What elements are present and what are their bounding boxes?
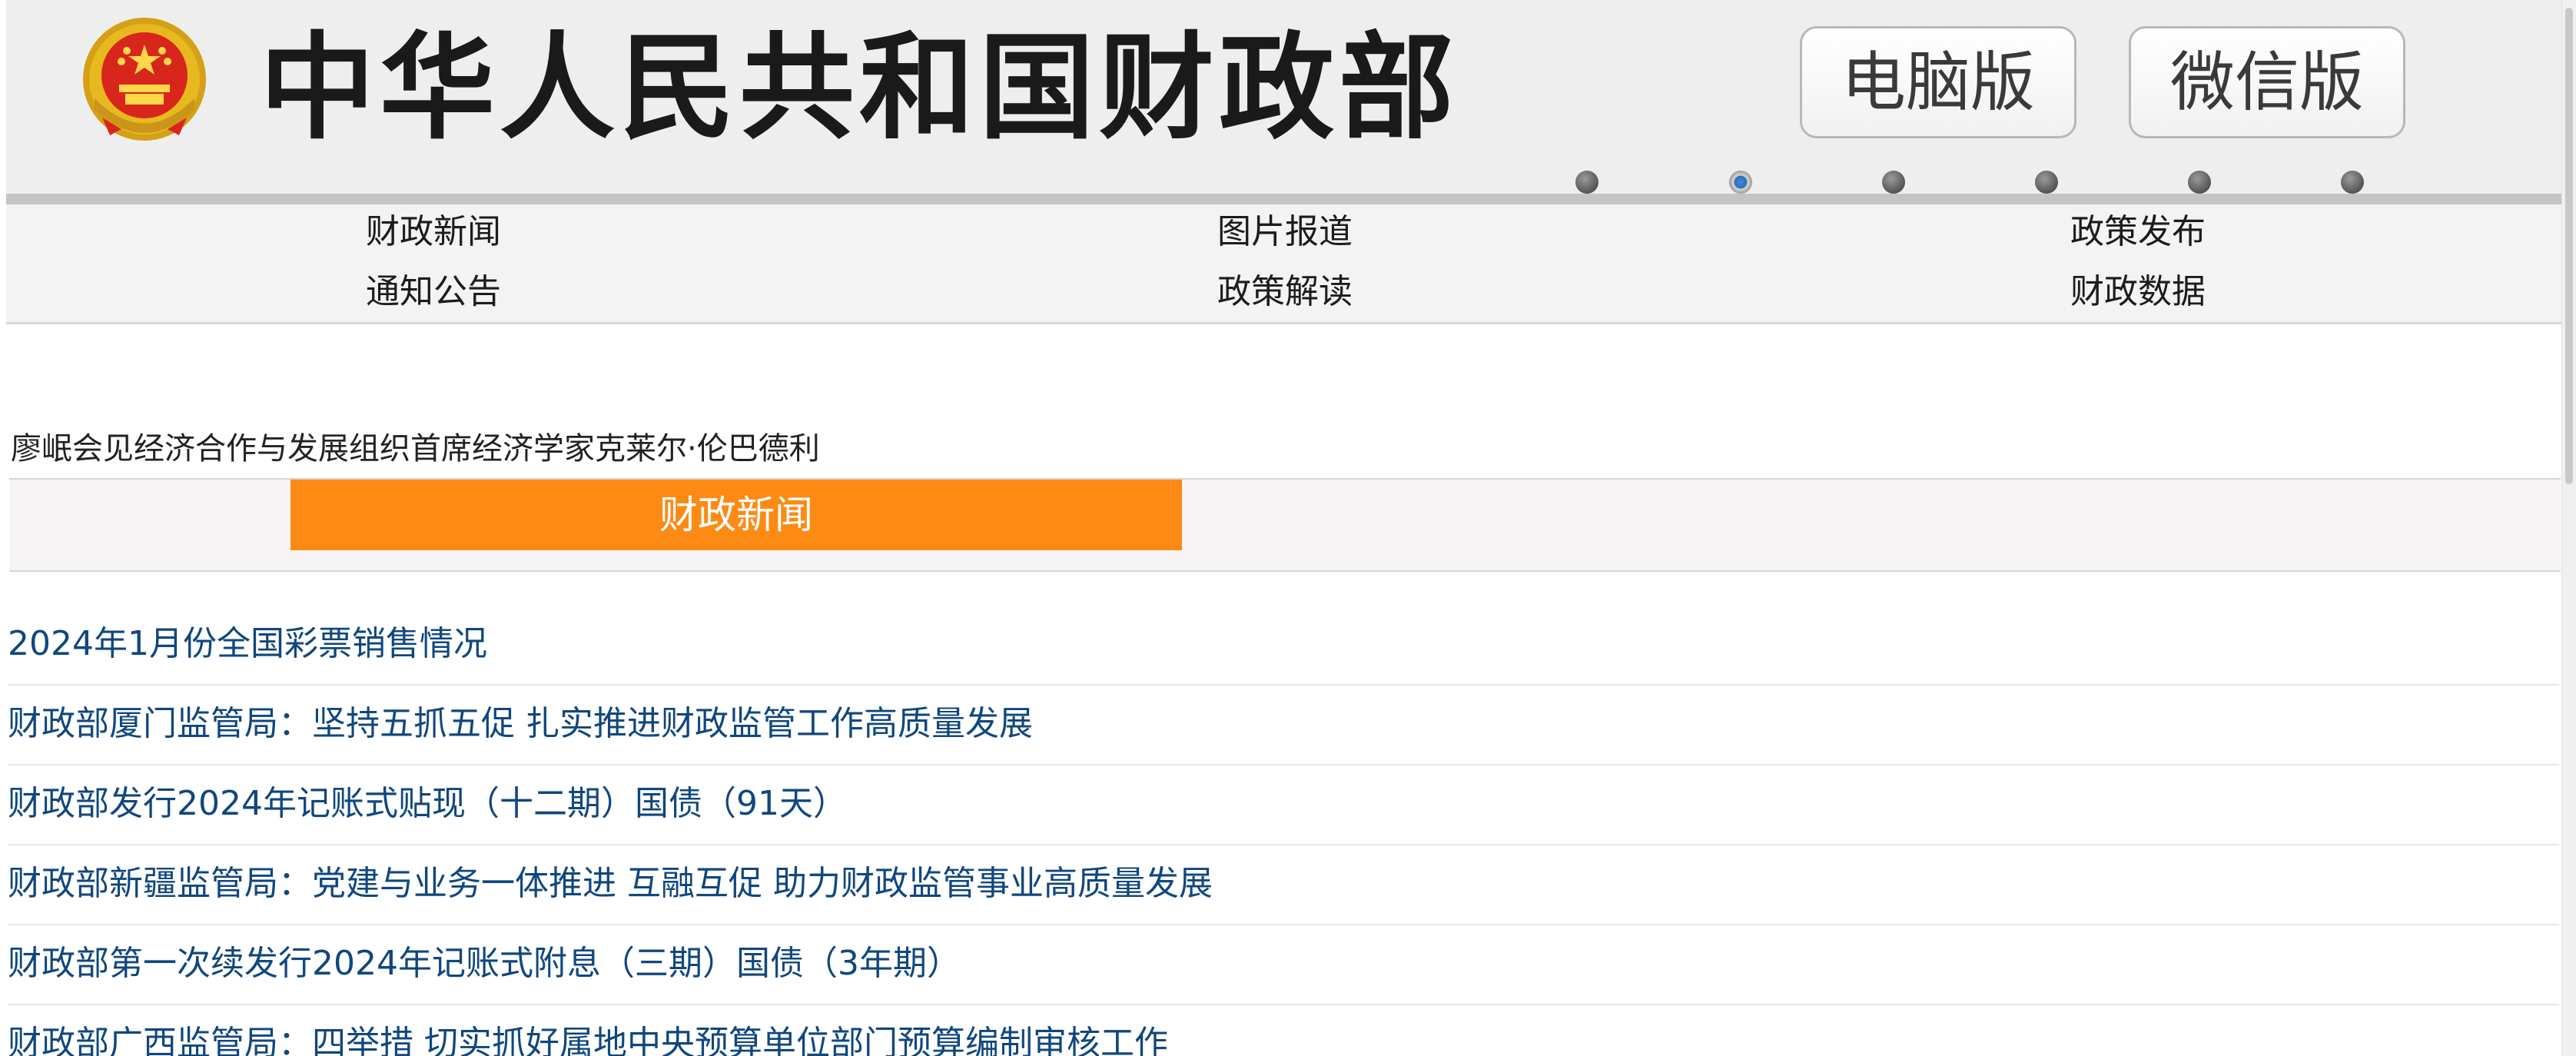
carousel-dot-3[interactable] [1882, 171, 1905, 194]
header-divider [6, 194, 2562, 204]
news-link[interactable]: 财政部发行2024年记账式贴现（十二期）国债（91天） [8, 781, 847, 827]
scrollbar-thumb[interactable] [2565, 8, 2573, 484]
news-link[interactable]: 财政部第一次续发行2024年记账式附息（三期）国债（3年期） [8, 941, 961, 987]
list-item: 财政部厦门监管局：坚持五抓五促 扎实推进财政监管工作高质量发展 [8, 686, 2559, 765]
carousel-dot-2[interactable] [1729, 171, 1752, 194]
wechat-version-button[interactable]: 微信版 [2129, 26, 2405, 138]
nav-item-finance-news[interactable]: 财政新闻 [366, 209, 501, 255]
site-title: 中华人民共和国财政部 [260, 22, 1459, 155]
nav-item-policy-interpretation[interactable]: 政策解读 [1217, 269, 1353, 315]
nav-item-finance-data[interactable]: 财政数据 [2070, 269, 2206, 315]
list-item: 财政部新疆监管局：党建与业务一体推进 互融互促 助力财政监管事业高质量发展 [8, 845, 2559, 925]
carousel-indicators [6, 171, 2562, 194]
carousel-dot-6[interactable] [2341, 171, 2364, 194]
list-item: 财政部发行2024年记账式贴现（十二期）国债（91天） [8, 765, 2559, 845]
nav-item-policy-release[interactable]: 政策发布 [2070, 209, 2206, 255]
national-emblem-icon [83, 18, 206, 141]
list-item: 2024年1月份全国彩票销售情况 [8, 606, 2559, 686]
nav-item-photo-reports[interactable]: 图片报道 [1217, 209, 1353, 255]
list-item: 财政部广西监管局：四举措 切实抓好属地中央预算单位部门预算编制审核工作 [8, 1005, 2559, 1056]
page: 中华人民共和国财政部 电脑版 微信版 财政新闻 图片报道 政策发布 通知公告 政… [0, 0, 2576, 1056]
tab-finance-news[interactable]: 财政新闻 [290, 480, 1182, 550]
main-nav: 财政新闻 图片报道 政策发布 通知公告 政策解读 财政数据 [6, 204, 2562, 324]
carousel-dot-5[interactable] [2188, 171, 2211, 194]
vertical-scrollbar[interactable] [2561, 0, 2576, 1056]
news-link[interactable]: 财政部广西监管局：四举措 切实抓好属地中央预算单位部门预算编制审核工作 [8, 1021, 1168, 1056]
carousel-dot-4[interactable] [2035, 171, 2058, 194]
carousel-dot-1[interactable] [1575, 171, 1598, 194]
news-list: 2024年1月份全国彩票销售情况 财政部厦门监管局：坚持五抓五促 扎实推进财政监… [8, 606, 2559, 1056]
pc-version-button[interactable]: 电脑版 [1800, 26, 2076, 138]
news-link[interactable]: 2024年1月份全国彩票销售情况 [8, 621, 487, 667]
site-header: 中华人民共和国财政部 电脑版 微信版 [6, 0, 2562, 194]
list-item: 财政部第一次续发行2024年记账式附息（三期）国债（3年期） [8, 925, 2559, 1005]
news-link[interactable]: 财政部厦门监管局：坚持五抓五促 扎实推进财政监管工作高质量发展 [8, 701, 1033, 747]
news-link[interactable]: 财政部新疆监管局：党建与业务一体推进 互融互促 助力财政监管事业高质量发展 [8, 861, 1213, 907]
headline-link[interactable]: 廖岷会见经济合作与发展组织首席经济学家克莱尔·伦巴德利 [11, 427, 820, 470]
section-header: 财政新闻 [9, 478, 2561, 572]
nav-item-notices[interactable]: 通知公告 [366, 269, 501, 315]
